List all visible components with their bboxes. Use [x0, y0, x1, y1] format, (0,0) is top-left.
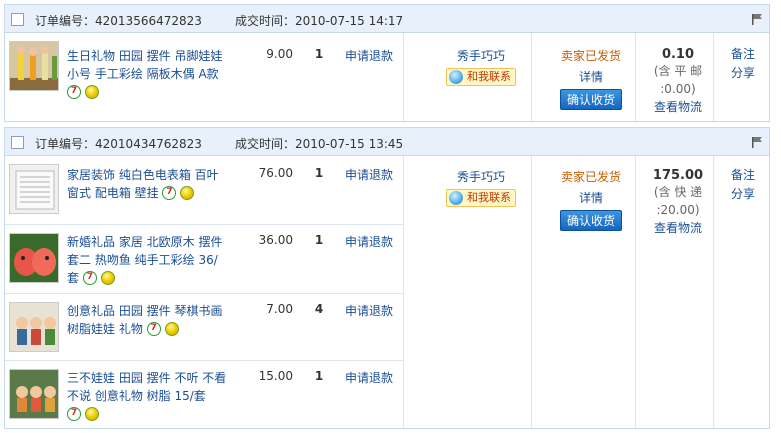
item-price: 36.00	[258, 233, 293, 247]
item-quantity: 1	[314, 369, 324, 383]
confirm-receipt-button[interactable]: 确认收货	[559, 210, 622, 231]
order-header: 订单编号：42010434762823 成交时间：2010-07-15 13:4…	[5, 128, 769, 156]
item-quantity: 1	[314, 233, 324, 247]
order-item: 生日礼物 田园 摆件 吊脚娃娃 小号 手工彩绘 隔板木偶 A款 7 9.00 1…	[5, 33, 403, 121]
gold-seller-badge[interactable]	[85, 406, 99, 421]
product-title-link[interactable]: 创意礼品 田园 摆件 琴棋书画 树脂娃娃 礼物 7	[67, 302, 227, 338]
product-thumbnail[interactable]	[9, 41, 59, 91]
total-cell: 0.10 (含 平 邮 :0.00) 查看物流	[643, 47, 713, 115]
contact-seller-button[interactable]: 和我联系	[446, 68, 516, 86]
gold-seller-badge[interactable]	[180, 185, 195, 200]
operations-cell: 备注 分享	[723, 166, 763, 204]
seven-day-return-badge[interactable]: 7	[67, 406, 81, 421]
product-title-link[interactable]: 生日礼物 田园 摆件 吊脚娃娃 小号 手工彩绘 隔板木偶 A款 7	[67, 47, 227, 101]
order-card: 订单编号：42010434762823 成交时间：2010-07-15 13:4…	[4, 127, 770, 429]
product-thumbnail[interactable]	[9, 302, 59, 352]
order-number: 订单编号：42010434762823	[35, 137, 202, 151]
contact-seller-button[interactable]: 和我联系	[446, 189, 516, 207]
seller-name-link[interactable]: 秀手巧巧	[425, 47, 537, 64]
refund-link[interactable]: 申请退款	[345, 233, 393, 250]
item-quantity: 1	[314, 166, 324, 180]
product-thumbnail[interactable]	[9, 369, 59, 419]
gold-seller-badge[interactable]	[164, 321, 179, 336]
deal-time: 成交时间：2010-07-15 13:45	[235, 137, 404, 151]
order-select-checkbox[interactable]	[11, 136, 24, 149]
order-card: 订单编号：42013566472823 成交时间：2010-07-15 14:1…	[4, 4, 770, 122]
order-select-checkbox[interactable]	[11, 13, 24, 26]
seven-day-return-badge[interactable]: 7	[162, 185, 177, 200]
product-title-link[interactable]: 家居装饰 纯白色电表箱 百叶窗式 配电箱 壁挂 7	[67, 166, 227, 202]
item-price: 76.00	[258, 166, 293, 180]
item-quantity: 1	[314, 47, 324, 61]
item-price: 7.00	[266, 302, 293, 316]
item-quantity: 4	[314, 302, 324, 316]
seller-cell: 秀手巧巧 和我联系	[425, 168, 537, 207]
order-item: 三不娃娃 田园 摆件 不听 不看 不说 创意礼物 树脂 15/套 7 15.00…	[5, 361, 403, 428]
order-detail-link[interactable]: 详情	[545, 189, 637, 206]
share-link[interactable]: 分享	[723, 64, 763, 83]
order-header: 订单编号：42013566472823 成交时间：2010-07-15 14:1…	[5, 5, 769, 33]
refund-link[interactable]: 申请退款	[345, 369, 393, 386]
seller-cell: 秀手巧巧 和我联系	[425, 47, 537, 86]
order-status: 卖家已发货	[560, 170, 621, 184]
refund-link[interactable]: 申请退款	[345, 166, 393, 183]
seller-name-link[interactable]: 秀手巧巧	[425, 168, 537, 185]
product-thumbnail[interactable]	[9, 233, 59, 283]
confirm-receipt-button[interactable]: 确认收货	[559, 89, 622, 110]
order-item: 新婚礼品 家居 北欧原木 摆件 套二 热吻鱼 纯手工彩绘 36/套 7 36.0…	[5, 225, 403, 293]
order-item: 创意礼品 田园 摆件 琴棋书画 树脂娃娃 礼物 7 7.00 4 申请退款	[5, 294, 403, 360]
deal-time: 成交时间：2010-07-15 14:17	[235, 14, 404, 28]
order-number: 订单编号：42013566472823	[35, 14, 202, 28]
seven-day-return-badge[interactable]: 7	[146, 321, 161, 336]
status-cell: 卖家已发货 详情 确认收货	[545, 47, 637, 110]
refund-link[interactable]: 申请退款	[345, 47, 393, 64]
gold-seller-badge[interactable]	[85, 84, 99, 99]
operations-cell: 备注 分享	[723, 45, 763, 83]
note-link[interactable]: 备注	[723, 166, 763, 185]
product-title-link[interactable]: 新婚礼品 家居 北欧原木 摆件 套二 热吻鱼 纯手工彩绘 36/套 7	[67, 233, 227, 287]
total-cell: 175.00 (含 快 递 :20.00) 查看物流	[643, 168, 713, 236]
note-link[interactable]: 备注	[723, 45, 763, 64]
order-total: 0.10	[661, 47, 695, 62]
chat-icon	[449, 191, 463, 205]
item-price: 15.00	[258, 369, 293, 383]
refund-link[interactable]: 申请退款	[345, 302, 393, 319]
order-detail-link[interactable]: 详情	[545, 68, 637, 85]
flag-icon[interactable]	[751, 136, 763, 148]
product-thumbnail[interactable]	[9, 164, 59, 214]
item-price: 9.00	[266, 47, 293, 61]
share-link[interactable]: 分享	[723, 185, 763, 204]
order-item: 家居装饰 纯白色电表箱 百叶窗式 配电箱 壁挂 7 76.00 1 申请退款	[5, 156, 403, 224]
seven-day-return-badge[interactable]: 7	[82, 270, 97, 285]
gold-seller-badge[interactable]	[100, 270, 115, 285]
product-title-link[interactable]: 三不娃娃 田园 摆件 不听 不看 不说 创意礼物 树脂 15/套 7	[67, 369, 227, 423]
status-cell: 卖家已发货 详情 确认收货	[545, 168, 637, 231]
shipping-note: (含 平 邮 :0.00)	[653, 64, 703, 96]
view-logistics-link[interactable]: 查看物流	[643, 219, 713, 236]
chat-icon	[449, 70, 463, 84]
shipping-note: (含 快 递 :20.00)	[653, 185, 703, 217]
order-status: 卖家已发货	[560, 49, 621, 63]
view-logistics-link[interactable]: 查看物流	[643, 98, 713, 115]
order-total: 175.00	[652, 168, 704, 183]
seven-day-return-badge[interactable]: 7	[67, 84, 81, 99]
flag-icon[interactable]	[751, 13, 763, 25]
